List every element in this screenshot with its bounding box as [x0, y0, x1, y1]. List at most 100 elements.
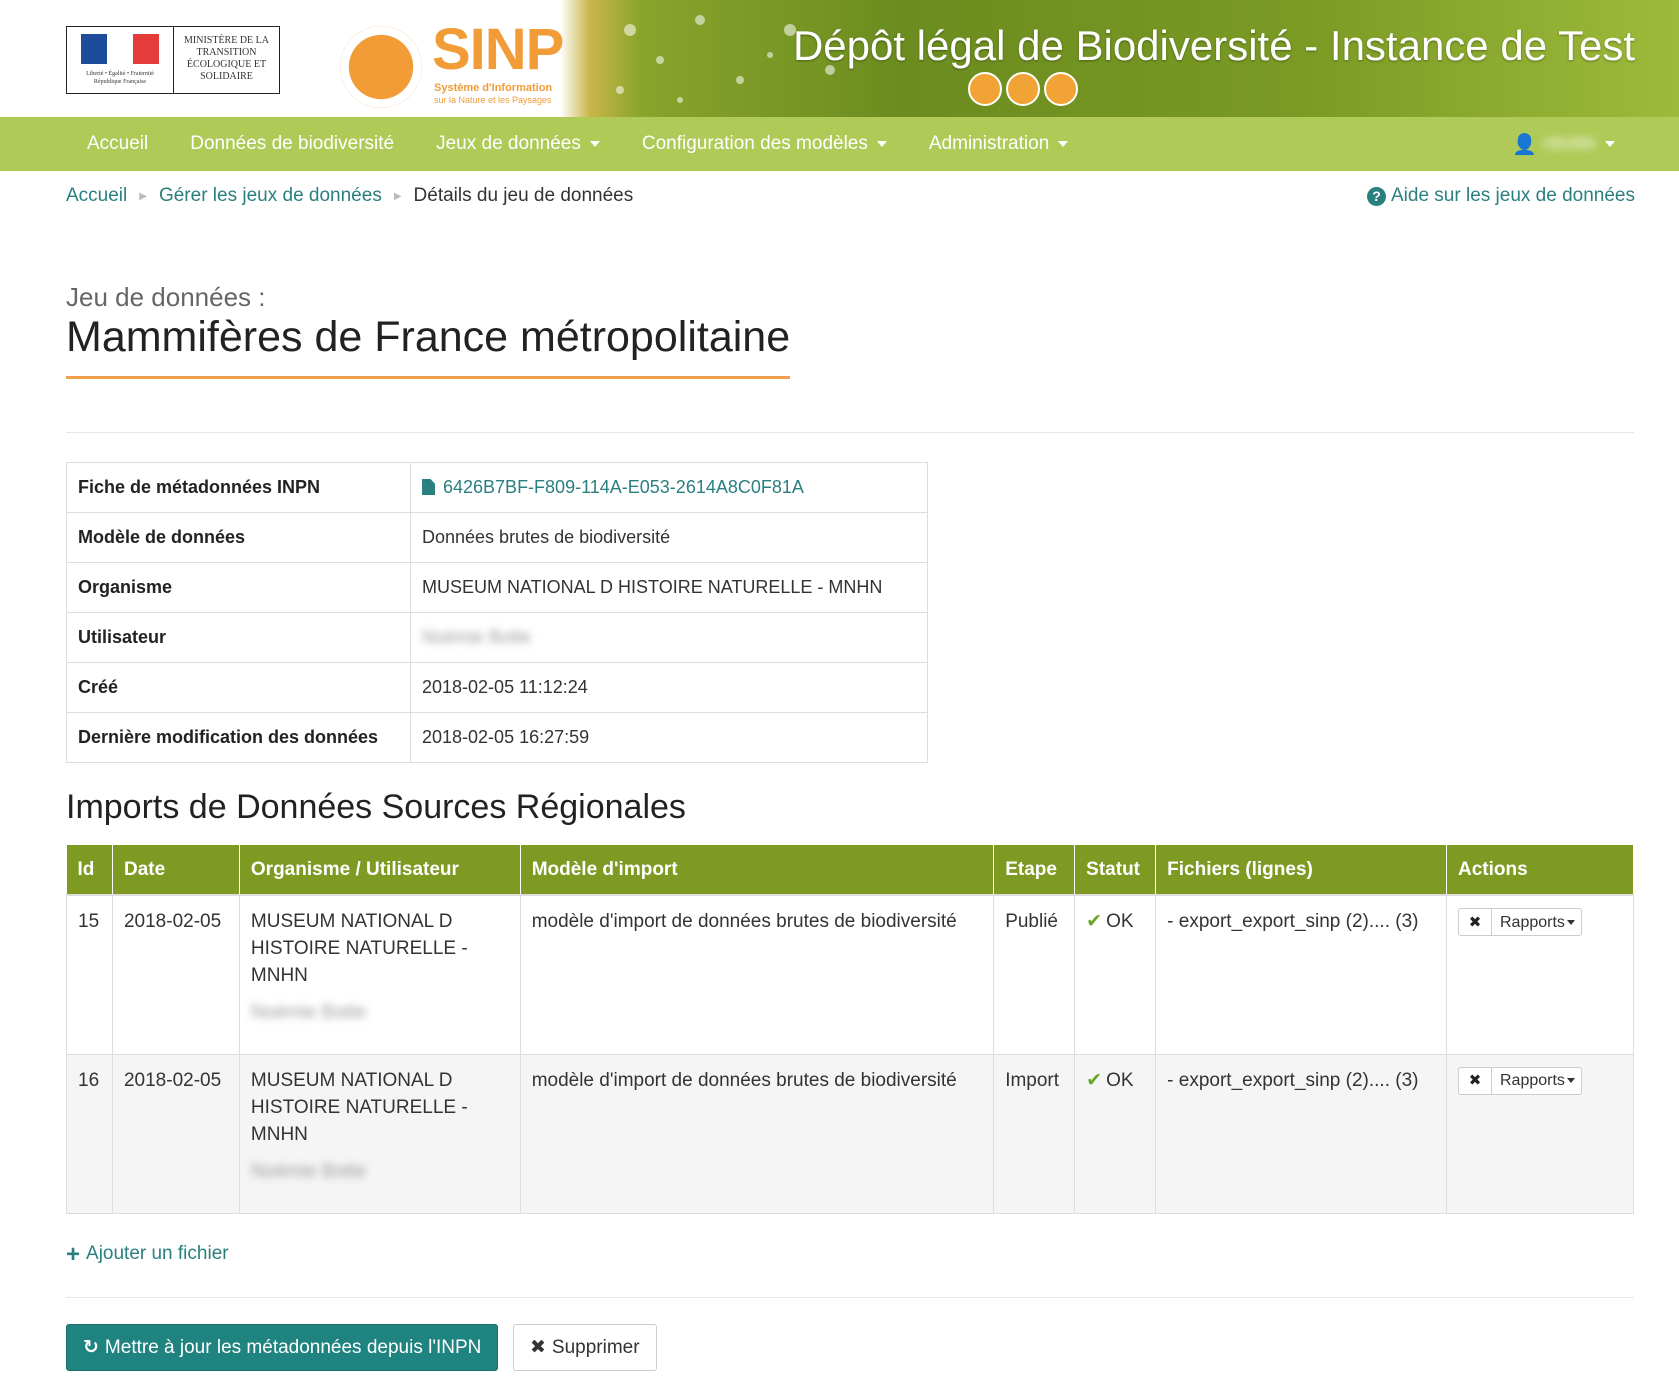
checkmark-icon: ✔	[1086, 1069, 1103, 1091]
metadata-value: MUSEUM NATIONAL D HISTOIRE NATURELLE - M…	[410, 562, 928, 613]
help-link[interactable]: ? Aide sur les jeux de données	[1367, 185, 1635, 207]
column-header[interactable]: Date	[112, 845, 240, 896]
table-row: 16 2018-02-05 MUSEUM NATIONAL D HISTOIRE…	[66, 1053, 1634, 1214]
import-actions: ✖ Rapports	[1446, 1053, 1634, 1214]
imports-header-row: Id Date Organisme / Utilisateur Modèle d…	[66, 845, 1634, 896]
badge-icon	[1044, 72, 1078, 106]
main-navbar: Accueil Données de biodiversité Jeux de do…	[0, 117, 1679, 171]
chevron-down-icon	[589, 141, 600, 147]
import-model: modèle d'import de données brutes de bio…	[519, 1053, 995, 1214]
column-header[interactable]: Statut	[1074, 845, 1157, 896]
close-icon: ✖	[1468, 1072, 1482, 1089]
page-title: Mammifères de France métropolitaine	[66, 313, 791, 379]
dataset-label: Jeu de données :	[66, 282, 266, 312]
user-menu[interactable]: 👤 nbotte	[1512, 117, 1615, 171]
checkmark-icon: ✔	[1086, 911, 1103, 932]
reports-dropdown[interactable]: Rapports	[1492, 908, 1582, 936]
update-metadata-button[interactable]: ↻ Mettre à jour les métadonnées depuis l…	[66, 1324, 499, 1371]
metadata-key: Dernière modification des données	[66, 712, 411, 763]
import-date: 2018-02-05	[111, 1053, 240, 1214]
sinp-emblem-icon	[340, 26, 422, 108]
chevron-down-icon	[1566, 1078, 1575, 1083]
file-icon	[422, 479, 435, 495]
import-files: - export_export_sinp (2).... (3)	[1155, 1053, 1447, 1214]
breadcrumb-manage-datasets[interactable]: Gérer les jeux de données	[159, 185, 382, 207]
metadata-row: Fiche de métadonnées INPN 6426B7BF-F809-…	[66, 462, 928, 513]
breadcrumb-home[interactable]: Accueil	[66, 185, 127, 207]
metadata-row: Modèle de données Données brutes de biod…	[66, 512, 928, 563]
import-user: Noémie Botte	[250, 1160, 367, 1182]
import-status: ✔ OK	[1074, 1053, 1157, 1214]
metadata-value: 2018-02-05 11:12:24	[410, 662, 928, 713]
ministry-name: Ministère de la transition écologique et…	[184, 35, 269, 82]
import-id: 15	[66, 894, 113, 1055]
metadata-value: Données brutes de biodiversité	[410, 512, 928, 563]
column-header: Actions	[1446, 845, 1634, 896]
chevron-down-icon	[1566, 919, 1575, 925]
republic-motto: Liberté • Égalité • Fraternité Républiqu…	[86, 71, 154, 85]
divider	[66, 1297, 1634, 1298]
metadata-row: Créé 2018-02-05 11:12:24	[66, 662, 928, 713]
table-row: 15 2018-02-05 MUSEUM NATIONAL D HISTOIRE…	[66, 894, 1634, 1055]
chevron-down-icon	[1605, 141, 1615, 147]
question-circle-icon: ?	[1367, 186, 1386, 206]
nav-item-1[interactable]: Données de biodiversité	[169, 133, 415, 155]
metadata-row: Dernière modification des données 2018-0…	[66, 712, 928, 763]
metadata-key: Modèle de données	[66, 512, 411, 563]
sinp-logo: SINP Système d'Information sur la Nature…	[320, 10, 570, 110]
breadcrumb-separator-icon: ▶	[393, 190, 402, 202]
imports-section-title: Imports de Données Sources Régionales	[66, 788, 686, 826]
badge-icon	[968, 72, 1002, 106]
column-header[interactable]: Etape	[993, 845, 1076, 896]
metadata-row: Utilisateur Noémie Botte	[66, 612, 928, 663]
badge-icon	[1006, 72, 1040, 106]
ministry-logo: Liberté • Égalité • Fraternité Républiqu…	[66, 26, 280, 94]
import-actions: ✖ Rapports	[1446, 894, 1634, 1055]
import-org-user: MUSEUM NATIONAL D HISTOIRE NATURELLE - M…	[238, 894, 521, 1055]
delete-button[interactable]: ✖ Supprimer	[513, 1324, 657, 1371]
header-banner: Liberté • Égalité • Fraternité Républiqu…	[0, 0, 1679, 117]
import-status: ✔ OK	[1074, 894, 1157, 1055]
column-header[interactable]: Fichiers (lignes)	[1155, 845, 1447, 896]
imports-table: Id Date Organisme / Utilisateur Modèle d…	[66, 845, 1634, 1214]
column-header[interactable]: Modèle d'import	[520, 845, 995, 896]
import-user: Noémie Botte	[250, 1002, 367, 1023]
user-icon: 👤	[1512, 133, 1538, 156]
chevron-down-icon	[1058, 141, 1069, 147]
column-header[interactable]: Organisme / Utilisateur	[239, 845, 521, 896]
metadata-value: 2018-02-05 16:27:59	[410, 712, 928, 763]
nav-item-3[interactable]: Configuration des modèles	[621, 133, 908, 155]
import-files: - export_export_sinp (2).... (3)	[1155, 894, 1447, 1055]
metadata-key: Utilisateur	[66, 612, 411, 663]
add-file-link[interactable]: + Ajouter un fichier	[66, 1240, 229, 1268]
theme-badges	[968, 72, 1078, 106]
inpn-metadata-link[interactable]: 6426B7BF-F809-114A-E053-2614A8C0F81A	[422, 477, 804, 497]
french-flag-icon	[81, 34, 159, 64]
metadata-key: Fiche de métadonnées INPN	[66, 462, 411, 513]
import-id: 16	[66, 1053, 113, 1214]
delete-import-button[interactable]: ✖	[1458, 908, 1492, 936]
metadata-key: Créé	[66, 662, 411, 713]
plus-icon: +	[66, 1240, 81, 1268]
metadata-value: 6426B7BF-F809-114A-E053-2614A8C0F81A	[410, 462, 928, 513]
delete-import-button[interactable]: ✖	[1458, 1066, 1492, 1095]
import-org-user: MUSEUM NATIONAL D HISTOIRE NATURELLE - M…	[238, 1053, 521, 1214]
nav-item-0[interactable]: Accueil	[66, 133, 169, 155]
breadcrumb: Accueil ▶ Gérer les jeux de données ▶ Dé…	[66, 185, 633, 207]
username: nbotte	[1543, 133, 1596, 154]
metadata-value: Noémie Botte	[410, 612, 928, 663]
nav-item-4[interactable]: Administration	[908, 133, 1089, 155]
metadata-table: Fiche de métadonnées INPN 6426B7BF-F809-…	[66, 462, 928, 763]
chevron-down-icon	[876, 141, 887, 147]
nav-item-2[interactable]: Jeux de données	[415, 133, 621, 155]
metadata-row: Organisme MUSEUM NATIONAL D HISTOIRE NAT…	[66, 562, 928, 613]
nav-menu: Accueil Données de biodiversité Jeux de do…	[66, 117, 1089, 171]
import-step: Publié	[993, 894, 1076, 1055]
column-header[interactable]: Id	[66, 845, 113, 896]
breadcrumb-current: Détails du jeu de données	[413, 185, 634, 206]
reports-dropdown[interactable]: Rapports	[1492, 1066, 1582, 1095]
metadata-key: Organisme	[66, 562, 411, 613]
app-title: Dépôt légal de Biodiversité - Instance d…	[792, 22, 1635, 69]
close-icon: ✖	[1468, 913, 1482, 931]
import-step: Import	[993, 1053, 1076, 1214]
